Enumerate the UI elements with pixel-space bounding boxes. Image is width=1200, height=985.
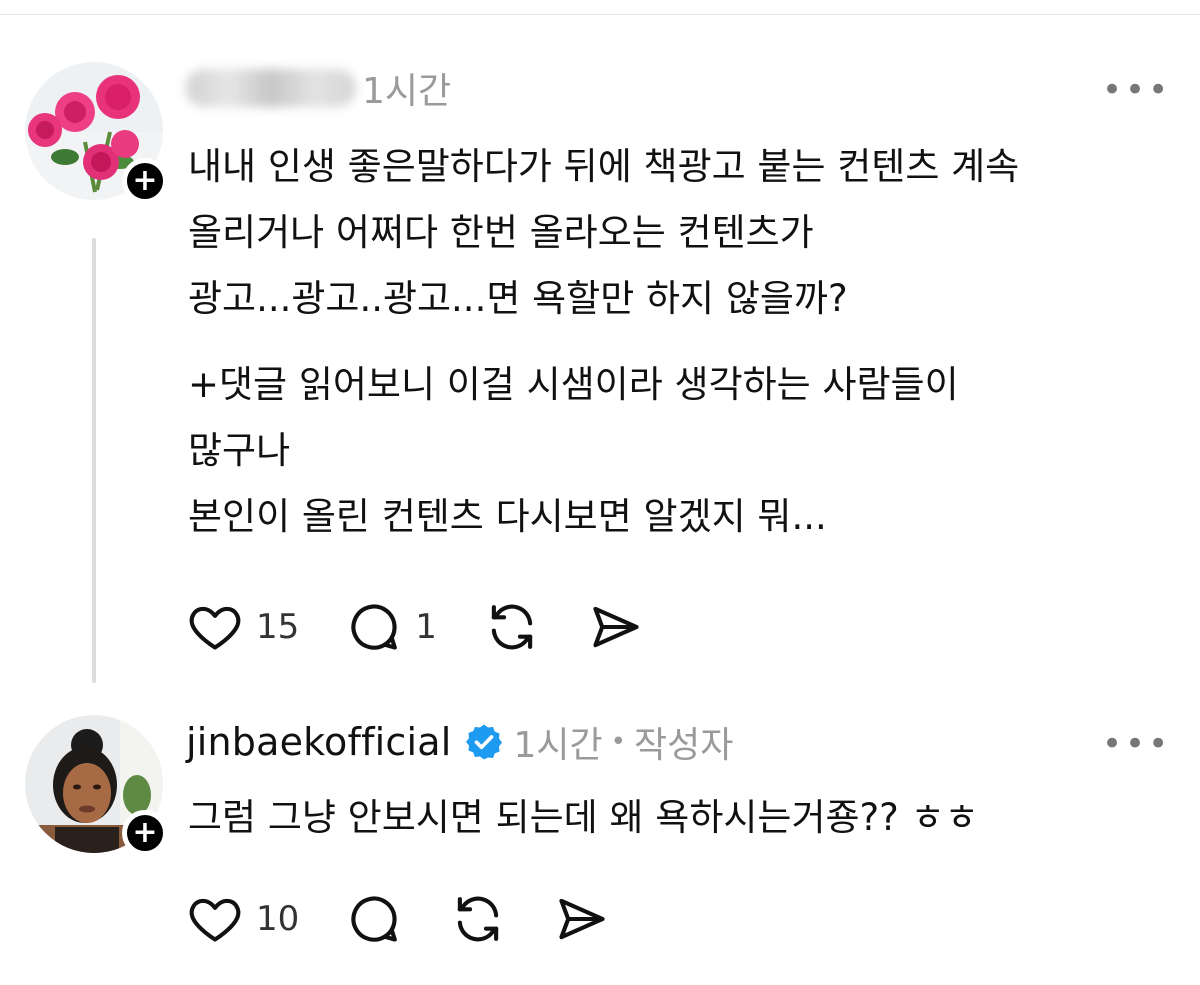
- post-2-time: 1시간: [513, 725, 603, 766]
- heart-icon: [189, 898, 241, 942]
- repost-icon: [491, 604, 533, 650]
- more-options-icon[interactable]: •••: [1102, 70, 1171, 110]
- post-2-body: 그럼 그냥 안보시면 되는데 왜 욕하시는거죵?? ㅎㅎ: [188, 785, 979, 851]
- repost-button[interactable]: [483, 598, 541, 656]
- post-1-gap: [188, 332, 1019, 352]
- post-1-header: 1시간: [186, 60, 451, 116]
- reply-button[interactable]: [345, 890, 403, 948]
- post-2-actions: 10: [186, 889, 657, 949]
- repost-button[interactable]: [449, 890, 507, 948]
- post-1-line: 많구나: [188, 429, 291, 472]
- follow-button-2[interactable]: +: [122, 810, 168, 856]
- send-icon: [593, 606, 639, 648]
- like-count: 15: [256, 607, 300, 647]
- top-divider: [0, 14, 1200, 15]
- follow-button-1[interactable]: +: [122, 158, 168, 204]
- post-1-line: 올리거나 어쩌다 한번 올라오는 컨텐츠가: [188, 211, 814, 254]
- send-icon: [559, 898, 605, 940]
- repost-icon: [458, 896, 499, 942]
- author-tag: 작성자: [634, 725, 734, 766]
- like-count: 10: [256, 899, 300, 939]
- reply-count: 1: [415, 607, 437, 647]
- blurred-username[interactable]: [186, 69, 356, 107]
- comment-icon: [351, 896, 398, 942]
- post-2-header: jinbaekofficial 1시간 • 작성자: [186, 714, 733, 770]
- post-1-actions: 15 1: [186, 597, 691, 657]
- heart-icon: [189, 606, 241, 650]
- comment-icon: [351, 604, 398, 650]
- share-button[interactable]: [587, 598, 645, 656]
- post-1-line: 본인이 올린 컨텐츠 다시보면 알겠지 뭐...: [188, 495, 827, 538]
- separator-dot: •: [610, 727, 626, 757]
- post-1-line: 내내 인생 좋은말하다가 뒤에 책광고 붙는 컨텐츠 계속: [188, 145, 1020, 188]
- verified-badge-icon: [465, 724, 502, 760]
- thread-connector-line: [92, 238, 96, 683]
- post-1-body: 내내 인생 좋은말하다가 뒤에 책광고 붙는 컨텐츠 계속 올리거나 어쩌다 한…: [188, 134, 1019, 550]
- share-button[interactable]: [553, 890, 611, 948]
- post-1-time: 1시간: [362, 71, 452, 112]
- like-button[interactable]: 15: [186, 598, 299, 656]
- post-1-line: 광고...광고..광고...면 욕할만 하지 않을까?: [188, 277, 848, 320]
- post-2-line: 그럼 그냥 안보시면 되는데 왜 욕하시는거죵?? ㅎㅎ: [188, 796, 979, 839]
- more-options-icon[interactable]: •••: [1102, 724, 1171, 764]
- like-button[interactable]: 10: [186, 890, 299, 948]
- reply-button[interactable]: 1: [345, 598, 437, 656]
- username-jinbaekofficial[interactable]: jinbaekofficial: [186, 720, 452, 764]
- post-1-line: +댓글 읽어보니 이걸 시샘이라 생각하는 사람들이: [188, 363, 959, 406]
